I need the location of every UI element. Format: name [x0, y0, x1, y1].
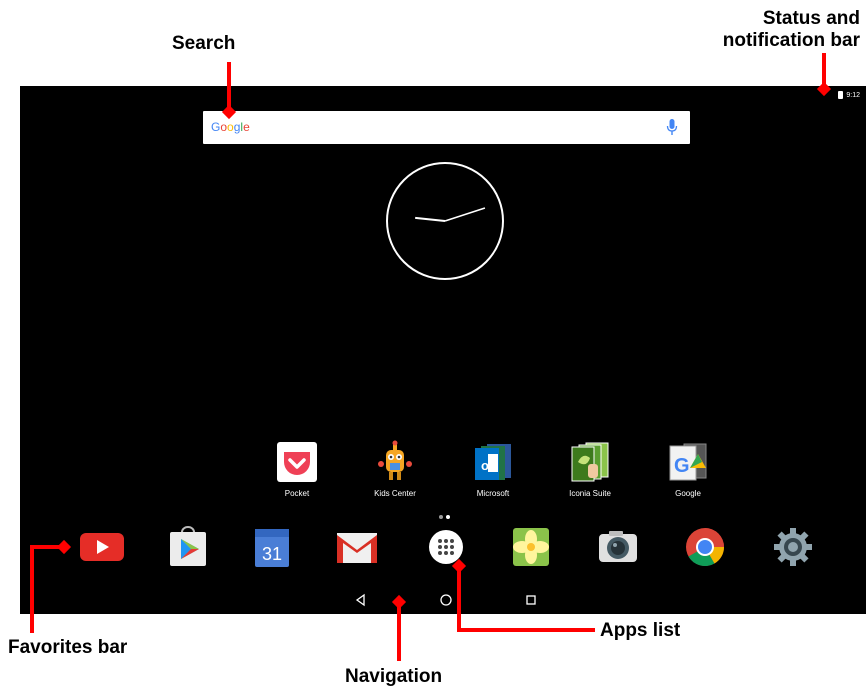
kids-center-icon — [373, 440, 417, 484]
app-pocket[interactable]: Pocket — [257, 440, 337, 498]
svg-text:31: 31 — [262, 544, 282, 564]
google-search-bar[interactable]: Google — [203, 111, 690, 144]
status-bar[interactable]: 9:12 — [838, 88, 860, 102]
calendar-icon: 31 — [255, 529, 289, 567]
fav-chrome[interactable] — [680, 526, 730, 568]
battery-icon — [838, 91, 844, 99]
app-kids-center[interactable]: Kids Center — [355, 440, 435, 498]
page-indicator — [439, 515, 450, 519]
app-label: Microsoft — [476, 489, 510, 498]
app-microsoft-folder[interactable]: o Microsoft — [453, 440, 533, 498]
settings-icon — [774, 528, 812, 566]
status-time: 9:12 — [846, 91, 860, 99]
fav-gallery[interactable] — [506, 526, 556, 568]
microsoft-folder-icon: o — [471, 440, 515, 484]
chrome-icon — [686, 528, 725, 567]
callout-status-line2: notification bar — [722, 30, 860, 51]
app-label: Google — [675, 489, 701, 498]
callout-apps-list: Apps list — [600, 620, 681, 641]
app-iconia-suite[interactable]: Iconia Suite — [550, 440, 630, 498]
app-label: Pocket — [284, 489, 310, 498]
mic-icon[interactable] — [666, 119, 678, 136]
google-folder-icon: G — [666, 440, 710, 484]
app-label: Iconia Suite — [569, 489, 611, 498]
callout-navigation: Navigation — [345, 666, 443, 687]
app-google-folder[interactable]: G Google — [648, 440, 728, 498]
gmail-icon — [337, 533, 377, 563]
apps-list-icon — [429, 530, 463, 564]
fav-camera[interactable] — [593, 526, 643, 568]
callout-search: Search — [172, 33, 236, 54]
camera-icon — [599, 531, 637, 562]
fav-calendar[interactable]: 31 — [247, 526, 297, 568]
callout-favorites-bar: Favorites bar — [8, 637, 128, 658]
gallery-icon — [513, 528, 549, 566]
tablet-home-screen: 9:12 Google Pocket Kids Center o Microso… — [20, 86, 866, 614]
play-store-icon — [170, 526, 206, 566]
pocket-icon — [275, 440, 319, 484]
page-dot — [439, 515, 443, 519]
fav-gmail[interactable] — [332, 526, 382, 568]
callout-status-line1: Status and — [762, 8, 860, 29]
home-icon[interactable] — [438, 592, 454, 608]
fav-play-store[interactable] — [163, 526, 213, 568]
fav-settings[interactable] — [768, 526, 818, 568]
youtube-icon — [80, 533, 124, 561]
back-icon[interactable] — [353, 592, 369, 608]
app-label: Kids Center — [374, 489, 416, 498]
google-logo: Google — [211, 120, 250, 134]
navigation-bar — [20, 586, 866, 614]
fav-youtube[interactable] — [77, 526, 127, 568]
recents-icon[interactable] — [523, 592, 539, 608]
analog-clock-widget[interactable] — [385, 161, 505, 281]
page-dot-active — [446, 515, 450, 519]
apps-list-button[interactable] — [421, 526, 471, 568]
iconia-suite-icon — [568, 440, 612, 484]
svg-text:o: o — [481, 458, 489, 473]
svg-text:G: G — [674, 455, 690, 477]
